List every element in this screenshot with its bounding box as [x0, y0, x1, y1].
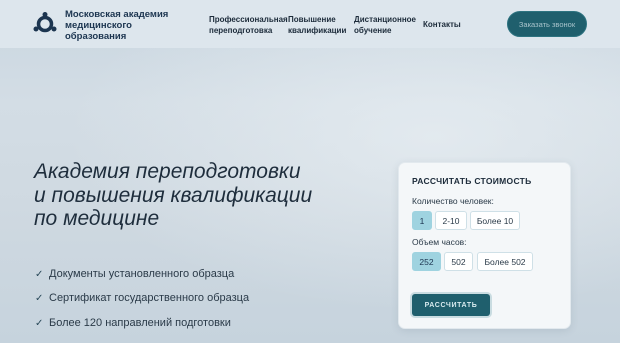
- calculate-button[interactable]: РАССЧИТАТЬ: [412, 294, 490, 316]
- feature-item: ✓ Сертификат государственного образца: [35, 290, 265, 306]
- hours-option-252[interactable]: 252: [412, 252, 441, 271]
- hours-option-more-502[interactable]: Более 502: [477, 252, 533, 271]
- checkmark-icon: ✓: [35, 317, 44, 329]
- hours-label: Объем часов:: [412, 237, 467, 247]
- feature-item: ✓ Более 120 направлений подготовки: [35, 315, 265, 331]
- hours-option-502[interactable]: 502: [444, 252, 473, 271]
- checkmark-icon: ✓: [35, 268, 44, 280]
- academy-logo-icon[interactable]: [33, 12, 57, 36]
- checkmark-icon: ✓: [35, 292, 44, 304]
- people-count-label: Количество человек:: [412, 196, 494, 206]
- nav-distance-learning[interactable]: Дистанционное обучение: [354, 14, 416, 36]
- site-header: Московская академия медицинского образов…: [0, 0, 620, 48]
- feature-text: Более 120 направлений подготовки: [49, 317, 231, 329]
- feature-item: ✓ Документы установленного образца: [35, 266, 265, 282]
- hero-title: Академия переподготовки и повышения квал…: [34, 160, 313, 230]
- nav-contacts[interactable]: Контакты: [423, 19, 463, 30]
- people-option-2-10[interactable]: 2-10: [435, 211, 467, 230]
- order-call-button[interactable]: Заказать звонок: [507, 11, 587, 37]
- nav-qualification-upgrade[interactable]: Повышение квалификации: [288, 14, 350, 36]
- feature-text: Сертификат государственного образца: [49, 292, 250, 304]
- people-option-1[interactable]: 1: [412, 211, 432, 230]
- logo-text[interactable]: Московская академия медицинского образов…: [65, 9, 175, 42]
- feature-text: Документы установленного образца: [49, 268, 235, 280]
- nav-professional-retraining[interactable]: Профессиональная переподготовка: [209, 14, 288, 36]
- cost-calculator: РАССЧИТАТЬ СТОИМОСТЬ Количество человек:…: [398, 162, 571, 329]
- people-option-more-10[interactable]: Более 10: [470, 211, 520, 230]
- calculator-title: РАССЧИТАТЬ СТОИМОСТЬ: [412, 176, 532, 186]
